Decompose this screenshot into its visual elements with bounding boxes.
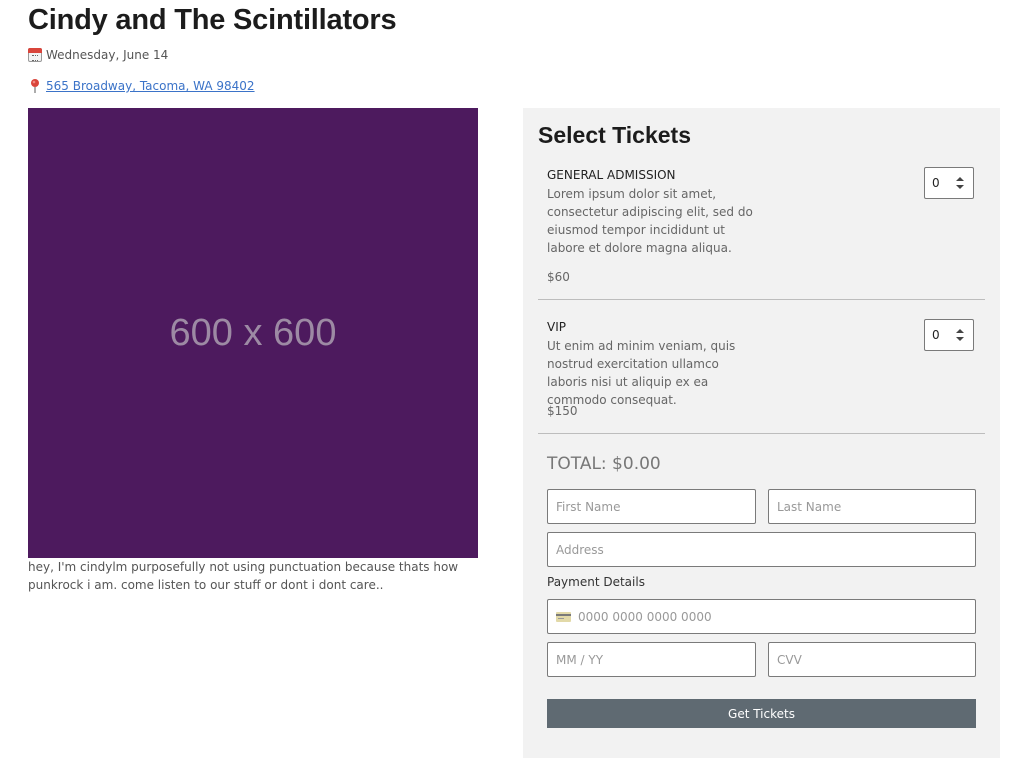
map-pin-icon bbox=[31, 79, 39, 93]
decrement-arrow-icon[interactable] bbox=[956, 185, 964, 189]
ticket-price: $150 bbox=[547, 404, 578, 418]
increment-arrow-icon[interactable] bbox=[956, 329, 964, 333]
ticket-vip: VIP Ut enim ad minim veniam, quis nostru… bbox=[538, 319, 985, 434]
event-image: 600 x 600 bbox=[28, 108, 478, 558]
ticket-panel: Select Tickets GENERAL ADMISSION Lorem i… bbox=[523, 108, 1000, 758]
cvv-placeholder: CVV bbox=[777, 652, 802, 667]
address-placeholder: Address bbox=[556, 542, 604, 557]
event-date-row: Wednesday, June 14 bbox=[28, 48, 168, 62]
event-address-link[interactable]: 565 Broadway, Tacoma, WA 98402 bbox=[46, 79, 255, 93]
event-address-row: 565 Broadway, Tacoma, WA 98402 bbox=[28, 78, 255, 94]
address-field[interactable]: Address bbox=[547, 532, 976, 567]
expiry-placeholder: MM / YY bbox=[556, 652, 604, 667]
quantity-stepper-vip[interactable]: 0 bbox=[924, 319, 974, 351]
panel-title: Select Tickets bbox=[538, 122, 692, 148]
ticket-description: Lorem ipsum dolor sit amet, consectetur … bbox=[547, 187, 753, 255]
spinner-arrows-icon[interactable] bbox=[956, 329, 965, 342]
quantity-value: 0 bbox=[932, 328, 940, 342]
payment-details-label: Payment Details bbox=[547, 575, 645, 589]
quantity-value: 0 bbox=[932, 176, 940, 190]
spinner-arrows-icon[interactable] bbox=[956, 177, 965, 190]
order-total: TOTAL: $0.00 bbox=[547, 454, 661, 474]
ticket-price: $60 bbox=[547, 270, 570, 284]
cvv-field[interactable]: CVV bbox=[768, 642, 976, 677]
event-description: hey, I'm cindylm purposefully not using … bbox=[28, 560, 459, 592]
event-date: Wednesday, June 14 bbox=[46, 48, 169, 62]
first-name-placeholder: First Name bbox=[556, 499, 621, 514]
last-name-field[interactable]: Last Name bbox=[768, 489, 976, 524]
last-name-placeholder: Last Name bbox=[777, 499, 842, 514]
ticket-name: VIP bbox=[547, 320, 566, 334]
credit-card-icon bbox=[556, 611, 571, 622]
quantity-stepper-general-admission[interactable]: 0 bbox=[924, 167, 974, 199]
ticket-general-admission: GENERAL ADMISSION Lorem ipsum dolor sit … bbox=[538, 167, 985, 300]
card-number-placeholder: 0000 0000 0000 0000 bbox=[578, 609, 712, 624]
image-placeholder-label: 600 x 600 bbox=[169, 311, 337, 354]
first-name-field[interactable]: First Name bbox=[547, 489, 756, 524]
ticket-description: Ut enim ad minim veniam, quis nostrud ex… bbox=[547, 339, 736, 407]
decrement-arrow-icon[interactable] bbox=[956, 337, 964, 341]
increment-arrow-icon[interactable] bbox=[956, 177, 964, 181]
card-number-field[interactable]: 0000 0000 0000 0000 bbox=[547, 599, 976, 634]
ticket-name: GENERAL ADMISSION bbox=[547, 168, 676, 182]
event-title: Cindy and The Scintillators bbox=[28, 4, 397, 36]
expiry-field[interactable]: MM / YY bbox=[547, 642, 756, 677]
calendar-icon bbox=[28, 48, 42, 62]
get-tickets-button[interactable]: Get Tickets bbox=[547, 699, 976, 728]
